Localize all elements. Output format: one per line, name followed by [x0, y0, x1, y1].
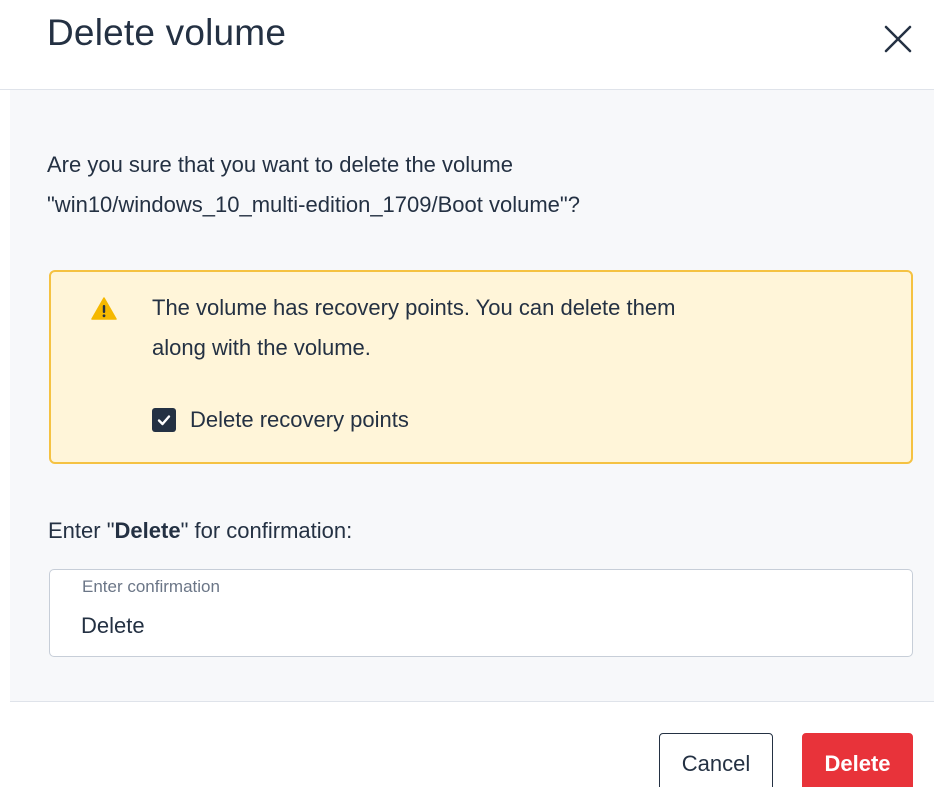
dialog-header: Delete volume: [0, 0, 934, 90]
confirmation-input[interactable]: [81, 608, 881, 644]
dialog-body: Are you sure that you want to delete the…: [10, 90, 934, 702]
confirm-prefix: Enter ": [48, 518, 115, 543]
confirmation-input-label: Enter confirmation: [82, 577, 220, 596]
close-button[interactable]: [876, 17, 920, 61]
delete-recovery-points-checkbox[interactable]: [152, 408, 176, 432]
question-line-1: Are you sure that you want to delete the…: [47, 152, 513, 177]
dialog-title: Delete volume: [47, 12, 287, 53]
confirm-keyword: Delete: [114, 518, 181, 543]
close-icon: [884, 25, 912, 53]
delete-button[interactable]: Delete: [802, 733, 913, 787]
warning-text: The volume has recovery points. You can …: [152, 288, 872, 368]
checkbox-label: Delete recovery points: [190, 407, 409, 432]
question-line-2: "win10/windows_10_multi-edition_1709/Boo…: [47, 192, 580, 217]
warning-line-2: along with the volume.: [152, 335, 371, 360]
delete-recovery-points-option[interactable]: Delete recovery points: [152, 404, 409, 436]
dialog-footer: Cancel Delete: [0, 702, 934, 787]
confirmation-instruction: Enter "Delete" for confirmation:: [48, 518, 352, 544]
confirmation-input-box[interactable]: Enter confirmation: [49, 569, 913, 657]
delete-question: Are you sure that you want to delete the…: [47, 145, 897, 225]
confirm-suffix: " for confirmation:: [180, 518, 353, 543]
cancel-button[interactable]: Cancel: [659, 733, 773, 787]
warning-line-1: The volume has recovery points. You can …: [152, 295, 676, 320]
delete-volume-dialog: Delete volume Are you sure that you want…: [0, 0, 934, 787]
recovery-points-warning: The volume has recovery points. You can …: [49, 270, 913, 464]
warning-icon: [91, 297, 117, 320]
checkmark-icon: [157, 415, 171, 426]
